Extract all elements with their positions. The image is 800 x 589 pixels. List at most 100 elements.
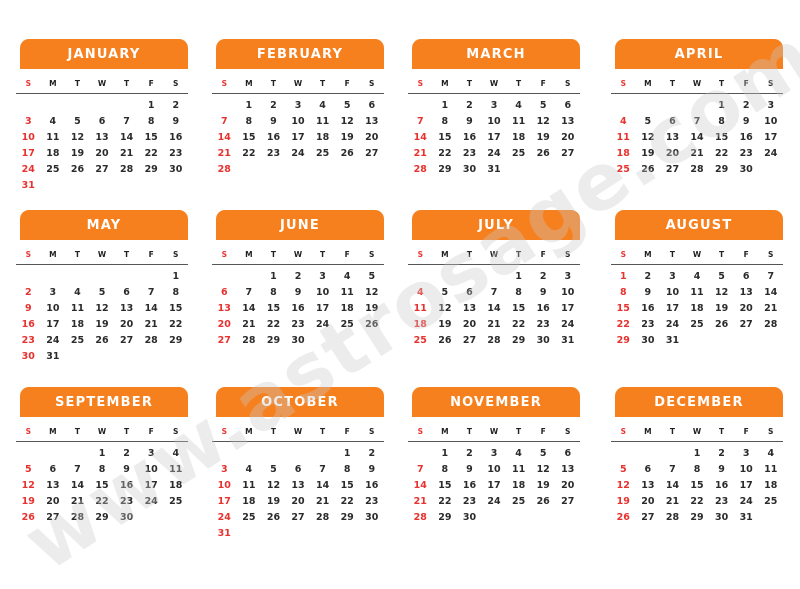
day-cell: 28 [217, 163, 231, 175]
week-row: 1 2 3 [611, 97, 783, 113]
day-cell: 20 [217, 318, 231, 330]
day-cell: 3 [319, 270, 326, 282]
day-cell: 7 [147, 286, 155, 298]
day-cell: 2 [270, 99, 277, 111]
day-cell: 3 [564, 270, 572, 282]
month-header: FEBRUARY [216, 39, 384, 69]
week-row: 28 29 30 31 [408, 161, 580, 177]
day-cell: 9 [742, 115, 750, 127]
weekday-label: F [540, 249, 546, 259]
day-cell: 7 [767, 270, 775, 282]
day-cell: 30 [462, 511, 477, 523]
day-cell: 21 [690, 147, 704, 159]
day-cell: 3 [49, 286, 57, 298]
day-cell: 12 [70, 131, 85, 143]
day-cell: 8 [441, 115, 449, 127]
weekday-row: SMTWTFS [408, 421, 580, 442]
day-cell: 29 [144, 163, 158, 175]
day-cell: 13 [561, 115, 575, 127]
day-cell: 24 [217, 511, 231, 523]
weekday-label: F [344, 426, 350, 436]
day-cell: 23 [641, 318, 655, 330]
day-cell: 21 [119, 147, 134, 159]
day-cell: 17 [21, 147, 35, 159]
day-cell: 30 [169, 163, 183, 175]
month-august: AUGUST S M T W T F S 1 2 3 4 5 6 7 8 9 10 11 12 13 14 15 16 17 18… [611, 210, 783, 348]
week-row: 1 2 3 [408, 268, 580, 284]
month-november: NOVEMBER S M T W T F S 1 2 3 4 5 6 7 8 9 10 11 12 13 14 15 16 17… [408, 387, 580, 525]
day-cell: 21 [665, 495, 680, 507]
month-march: MARCH S M T W T F S 1 2 3 4 5 6 7 8 9 10 11 12 13 14 15 16 17 18 1… [408, 39, 580, 177]
day-cell: 17 [561, 302, 575, 314]
day-cell: 22 [95, 495, 109, 507]
day-cell: 4 [245, 463, 253, 475]
month-june: JUNE S M T W T F S 1 2 3 4 5 6 7 8 9 10 11 12 13 14 15 16 17 18 19… [212, 210, 384, 348]
weekday-label: W [692, 249, 702, 259]
day-cell: 15 [438, 479, 452, 491]
day-cell: 19 [21, 495, 35, 507]
weekday-label: S [417, 78, 423, 88]
day-cell: 15 [144, 131, 158, 143]
weekday-label: T [74, 78, 80, 88]
day-cell: 14 [315, 479, 330, 491]
week-row: 12 [16, 97, 188, 113]
week-row: 23 24 25 26 27 28 29 [16, 332, 188, 348]
day-cell: 24 [561, 318, 575, 330]
day-cell: 22 [438, 147, 452, 159]
day-cell: 24 [487, 147, 501, 159]
day-cell: 1 [343, 447, 351, 459]
day-cell: 23 [21, 334, 35, 346]
week-row: 20 21 22 23 24 25 26 [212, 316, 384, 332]
day-cell: 22 [690, 495, 704, 507]
weekday-row: SMTWTFS [611, 244, 783, 265]
day-cell: 31 [217, 527, 231, 539]
day-cell: 25 [413, 334, 427, 346]
day-cell: 6 [742, 270, 750, 282]
day-cell: 15 [340, 479, 354, 491]
day-cell: 27 [561, 495, 575, 507]
day-cell: 23 [536, 318, 550, 330]
day-cell: 18 [169, 479, 183, 491]
day-cell: 7 [416, 115, 424, 127]
day-cell: 10 [144, 463, 158, 475]
weekday-label: M [245, 249, 253, 259]
day-cell: 27 [665, 163, 680, 175]
day-cell: 3 [220, 463, 228, 475]
day-cell: 21 [764, 302, 778, 314]
day-cell: 24 [291, 147, 305, 159]
month-header: MARCH [412, 39, 580, 69]
week-row: 1 2 3 4 [16, 445, 188, 461]
day-cell: 9 [718, 463, 725, 475]
day-cell: 5 [539, 447, 547, 459]
day-cell: 20 [95, 147, 109, 159]
day-cell: 18 [70, 318, 85, 330]
day-cell: 10 [561, 286, 575, 298]
day-cell: 18 [340, 302, 354, 314]
day-cell: 2 [466, 99, 473, 111]
weekday-label: T [124, 426, 130, 436]
week-row: 11 12 13 14 15 16 17 [611, 129, 783, 145]
day-cell: 10 [487, 463, 501, 475]
day-cell: 26 [616, 511, 630, 523]
day-cell: 19 [70, 147, 85, 159]
day-cell: 16 [641, 302, 655, 314]
day-cell: 16 [714, 479, 729, 491]
day-cell: 21 [217, 147, 231, 159]
day-cell: 23 [266, 147, 281, 159]
day-cell: 4 [515, 99, 522, 111]
weekday-label: W [489, 426, 499, 436]
weekday-label: S [25, 78, 31, 88]
day-cell: 19 [340, 131, 354, 143]
month-header: OCTOBER [216, 387, 384, 417]
day-cell: 20 [561, 131, 575, 143]
day-cell: 31 [561, 334, 575, 346]
week-row: 14 15 16 17 18 19 20 [408, 477, 580, 493]
day-cell: 12 [266, 479, 281, 491]
day-cell: 13 [95, 131, 109, 143]
day-cell: 16 [169, 131, 183, 143]
day-cell: 5 [343, 99, 351, 111]
day-cell: 30 [119, 511, 134, 523]
day-cell: 16 [119, 479, 134, 491]
day-cell: 11 [46, 131, 60, 143]
week-row: 25 26 27 28 29 30 [611, 161, 783, 177]
